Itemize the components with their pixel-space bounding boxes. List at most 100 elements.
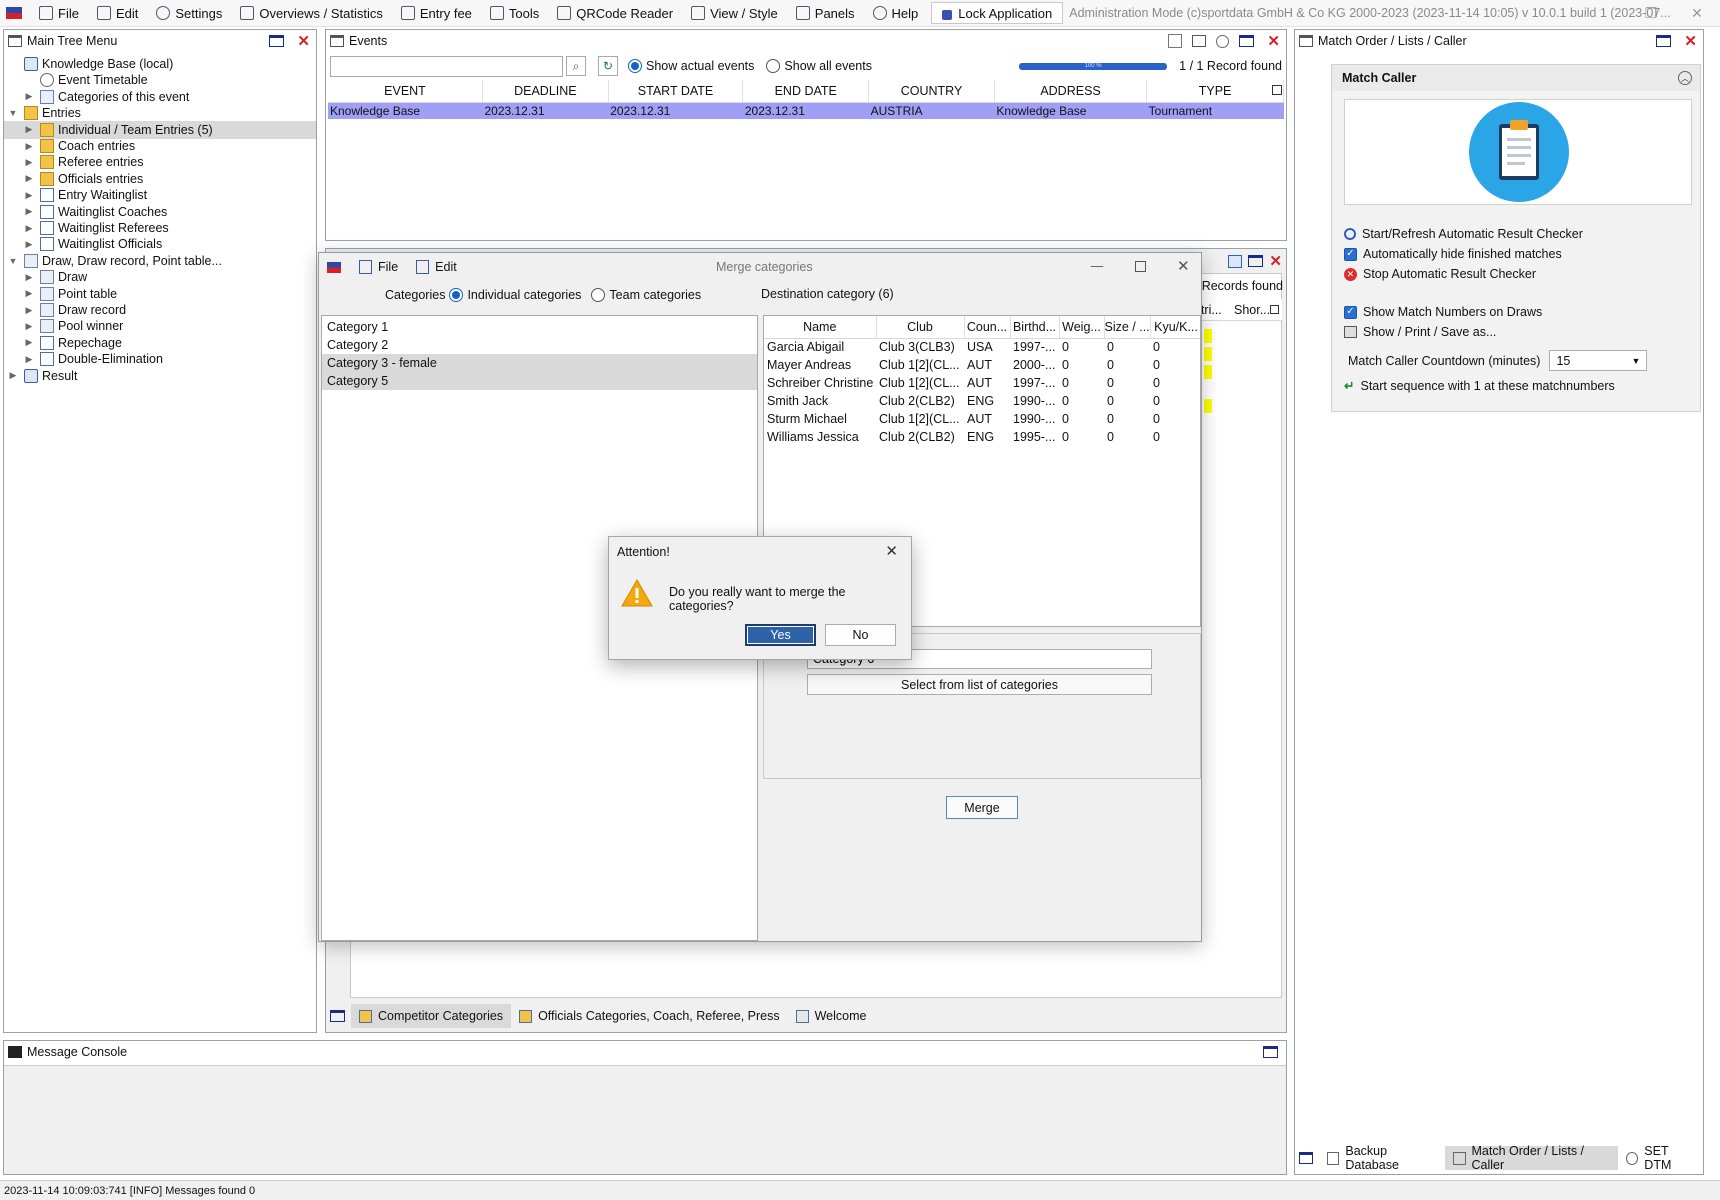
list-item[interactable]: Category 5 [322, 372, 757, 390]
tab-welcome[interactable]: Welcome [788, 1004, 875, 1028]
table-icon[interactable] [1228, 254, 1243, 268]
column-header[interactable]: Birthd... [1010, 316, 1060, 339]
tree-item[interactable]: ▶ Coach entries [4, 137, 135, 155]
column-header[interactable]: EVENT [328, 80, 483, 103]
tab-match-order-lists-caller[interactable]: Match Order / Lists / Caller [1445, 1144, 1619, 1172]
menu-settings[interactable]: Settings [147, 0, 231, 26]
tree-item[interactable]: ▶ Draw [4, 268, 87, 286]
refresh-events-icon[interactable]: ↻ [598, 56, 618, 76]
show-match-numbers-item[interactable]: ✓ Show Match Numbers on Draws [1344, 305, 1542, 319]
tree-item[interactable]: ▶ Result [4, 367, 77, 385]
tree-item[interactable]: ▶ Entry Waitinglist [4, 186, 147, 204]
close-button[interactable]: ✕ [885, 542, 898, 560]
list-item[interactable]: Category 2 [322, 336, 757, 354]
menu-overviews-statistics[interactable]: Overviews / Statistics [231, 0, 392, 26]
export-icon[interactable] [1168, 34, 1183, 48]
maximize-icon[interactable] [1656, 35, 1672, 47]
column-header[interactable]: ADDRESS [994, 80, 1148, 103]
menu-help[interactable]: Help [864, 0, 928, 26]
tree-item[interactable]: ▶ Double-Elimination [4, 350, 163, 368]
maximize-icon[interactable] [1263, 1046, 1278, 1058]
menu-view-style[interactable]: View / Style [682, 0, 787, 26]
close-icon[interactable]: ✕ [1269, 254, 1282, 269]
close-icon[interactable]: ✕ [297, 34, 310, 49]
column-header[interactable]: Kyu/K... [1150, 316, 1200, 339]
minimize-button[interactable]: — [1089, 259, 1105, 273]
merge-menu-file[interactable]: File [378, 260, 398, 274]
column-chooser-icon[interactable] [1272, 85, 1282, 95]
column-header[interactable]: Size / ... [1104, 316, 1151, 339]
tree-item[interactable]: ▶ Repechage [4, 334, 122, 352]
checkbox-checked-icon[interactable]: ✓ [1344, 305, 1357, 319]
close-icon[interactable]: ✕ [1267, 34, 1280, 49]
team-categories-radio[interactable] [591, 288, 606, 302]
tab-set-dtm[interactable]: SET DTM [1618, 1144, 1703, 1172]
expand-arrow-icon[interactable]: ▶ [24, 223, 34, 233]
table-row[interactable]: Garcia Abigail Club 3(CLB3) USA 1997-... 0 0 0 [764, 338, 1200, 356]
column-header[interactable]: TYPE [1146, 80, 1284, 103]
collapse-icon[interactable]: ︿ [1678, 71, 1692, 85]
search-icon[interactable]: ⌕ [566, 56, 586, 76]
tree-item[interactable]: ▶ Categories of this event [4, 88, 189, 106]
stop-result-checker-item[interactable]: ✕ Stop Automatic Result Checker [1344, 267, 1536, 281]
column-header[interactable]: START DATE [608, 80, 744, 103]
tree-item[interactable]: ▶ Individual / Team Entries (5) [4, 120, 316, 139]
checkbox-checked-icon[interactable]: ✓ [1344, 247, 1357, 261]
list-item[interactable]: Category 1 [322, 318, 757, 336]
tab-backup-database[interactable]: Backup Database [1319, 1144, 1445, 1172]
expand-arrow-icon[interactable]: ▶ [24, 239, 34, 249]
expand-arrow-icon[interactable]: ▶ [24, 321, 34, 331]
show-all-events-radio[interactable] [766, 59, 781, 73]
expand-arrow-icon[interactable]: ▶ [24, 354, 34, 364]
table-row[interactable]: Sturm Michael Club 1[2](CL... AUT 1990-... 0… [764, 410, 1200, 428]
merge-button[interactable]: Merge [946, 796, 1018, 819]
menu-qrcode-reader[interactable]: QRCode Reader [548, 0, 682, 26]
yes-button[interactable]: Yes [745, 624, 816, 646]
column-header[interactable]: COUNTRY [868, 80, 995, 103]
expand-arrow-icon[interactable]: ▶ [24, 272, 34, 282]
maximize-icon[interactable] [330, 1010, 345, 1022]
menu-tools[interactable]: Tools [481, 0, 548, 26]
expand-arrow-icon[interactable]: ▶ [24, 206, 34, 217]
close-icon[interactable]: ✕ [1684, 34, 1697, 49]
column-chooser-icon[interactable] [1270, 305, 1279, 314]
column-header[interactable]: Club [876, 316, 965, 339]
auto-hide-finished-item[interactable]: ✓ Automatically hide finished matches [1344, 247, 1562, 261]
show-print-save-item[interactable]: Show / Print / Save as... [1344, 325, 1496, 339]
table-row[interactable]: Smith Jack Club 2(CLB2) ENG 1990-... 0 0 0 [764, 392, 1200, 410]
tree-item[interactable]: Event Timetable [4, 71, 148, 89]
tree-item[interactable]: ▼ Draw, Draw record, Point table... [4, 252, 222, 270]
maximize-button[interactable] [1135, 261, 1146, 272]
maximize-icon[interactable] [269, 35, 285, 47]
maximize-icon[interactable] [1239, 35, 1255, 47]
individual-categories-radio[interactable] [449, 288, 464, 302]
countdown-select[interactable]: 15 ▼ [1549, 350, 1648, 371]
restore-window-button[interactable]: ❐ [1628, 0, 1674, 27]
menu-panels[interactable]: Panels [787, 0, 864, 26]
close-button[interactable]: ✕ [1177, 257, 1190, 275]
expand-arrow-icon[interactable]: ▶ [24, 305, 34, 315]
start-result-checker-item[interactable]: Start/Refresh Automatic Result Checker [1344, 227, 1583, 241]
menu-edit[interactable]: Edit [88, 0, 147, 26]
table-row[interactable]: Schreiber Christine Club 1[2](CL... AUT 199… [764, 374, 1200, 392]
column-header[interactable]: Name [764, 316, 877, 339]
table-row[interactable]: Williams Jessica Club 2(CLB2) ENG 1995-... 0… [764, 428, 1200, 446]
show-actual-events-radio[interactable] [628, 59, 642, 73]
menu-entry-fee[interactable]: Entry fee [392, 0, 481, 26]
expand-arrow-icon[interactable]: ▶ [24, 141, 34, 151]
collapse-arrow-icon[interactable]: ▼ [8, 108, 18, 118]
tree-item[interactable]: ▶ Waitinglist Coaches [4, 203, 167, 221]
column-header[interactable]: END DATE [742, 80, 870, 103]
expand-arrow-icon[interactable]: ▶ [24, 124, 34, 135]
tree-item[interactable]: ▶ Waitinglist Referees [4, 219, 169, 237]
table-row[interactable]: Knowledge Base 2023.12.31 2023.12.31 2023.1… [328, 102, 1284, 119]
refresh-icon[interactable] [1216, 34, 1230, 48]
expand-arrow-icon[interactable]: ▶ [8, 370, 18, 381]
close-window-button[interactable]: ✕ [1674, 0, 1720, 27]
folder-open-icon[interactable] [1192, 35, 1207, 47]
tree-item[interactable]: ▶ Pool winner [4, 317, 123, 335]
list-item[interactable]: Category 3 - female [322, 354, 757, 372]
tree-item[interactable]: ▶ Draw record [4, 301, 126, 319]
expand-arrow-icon[interactable]: ▶ [24, 173, 34, 184]
table-row[interactable]: Mayer Andreas Club 1[2](CL... AUT 2000-... 0… [764, 356, 1200, 374]
